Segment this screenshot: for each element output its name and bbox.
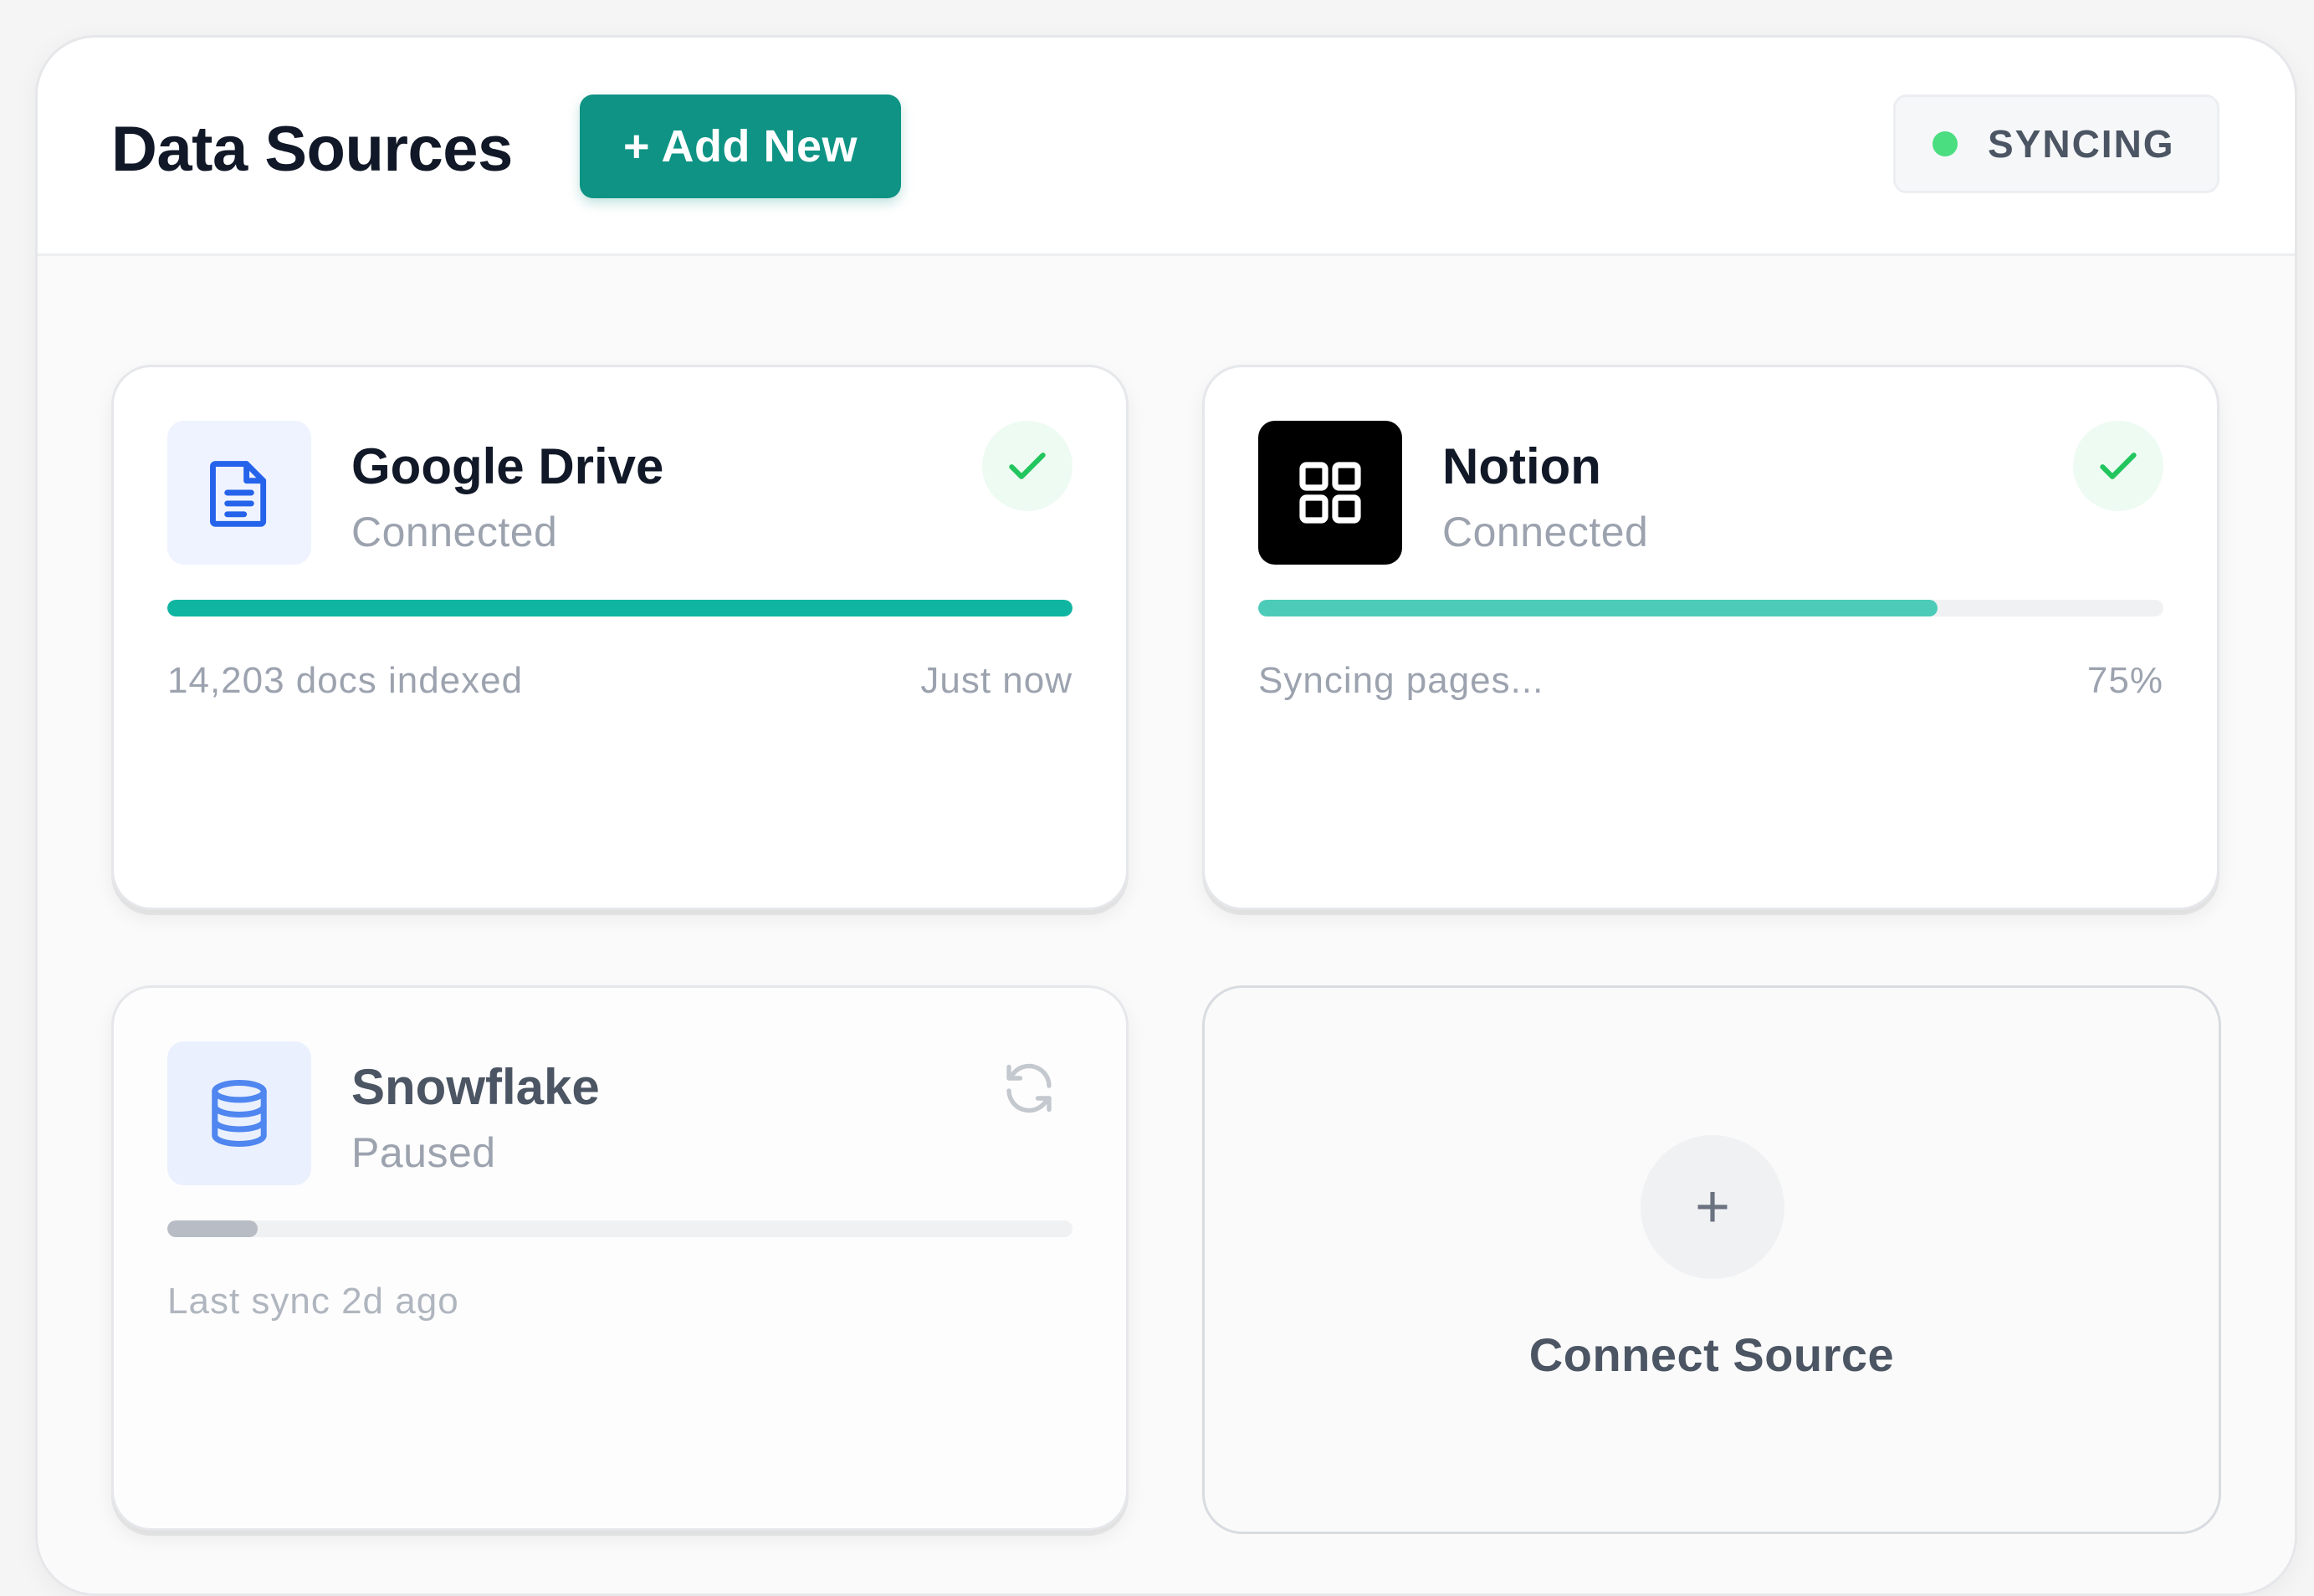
- data-sources-panel: Data Sources + Add New SYNCING Google Dr…: [35, 35, 2297, 1596]
- source-card-google-drive[interactable]: Google Drive Connected 14,203 docs index…: [111, 365, 1129, 910]
- panel-header: Data Sources + Add New SYNCING: [38, 38, 2295, 256]
- page-title: Data Sources: [111, 114, 513, 185]
- plus-icon: +: [1641, 1135, 1784, 1279]
- last-sync-time: Just now: [920, 660, 1073, 701]
- sync-progress-bar: [167, 1220, 1073, 1237]
- database-icon: [167, 1041, 311, 1185]
- check-icon: [982, 421, 1073, 511]
- docs-indexed-count: 14,203 docs indexed: [167, 660, 524, 701]
- check-icon: [2073, 421, 2163, 511]
- refresh-icon[interactable]: [999, 1058, 1059, 1118]
- source-status: Connected: [1442, 509, 1649, 555]
- source-card-snowflake[interactable]: Snowflake Paused Last sync 2d ago: [111, 985, 1129, 1531]
- last-sync-time: Last sync 2d ago: [167, 1281, 459, 1322]
- sync-progress-bar: [1258, 600, 2163, 616]
- sources-grid: Google Drive Connected 14,203 docs index…: [38, 256, 2295, 1593]
- document-icon: [167, 421, 311, 565]
- sync-progress-bar: [167, 600, 1073, 616]
- source-name: Snowflake: [351, 1059, 600, 1115]
- source-card-notion[interactable]: Notion Connected Syncing pages... 75%: [1202, 365, 2219, 910]
- connect-source-card[interactable]: + Connect Source: [1202, 985, 2221, 1534]
- grid-icon: [1258, 421, 1402, 565]
- sync-status-text: Syncing pages...: [1258, 660, 1544, 701]
- source-name: Notion: [1442, 438, 1601, 494]
- sync-status-badge: SYNCING: [1893, 95, 2219, 193]
- source-name: Google Drive: [351, 438, 664, 494]
- status-dot-icon: [1933, 131, 1958, 156]
- source-status: Connected: [351, 509, 558, 555]
- sync-status-label: SYNCING: [1988, 122, 2175, 166]
- add-new-button[interactable]: + Add New: [580, 95, 901, 198]
- sync-percentage: 75%: [2086, 660, 2163, 701]
- connect-source-label: Connect Source: [1528, 1328, 1895, 1381]
- source-status: Paused: [351, 1129, 496, 1176]
